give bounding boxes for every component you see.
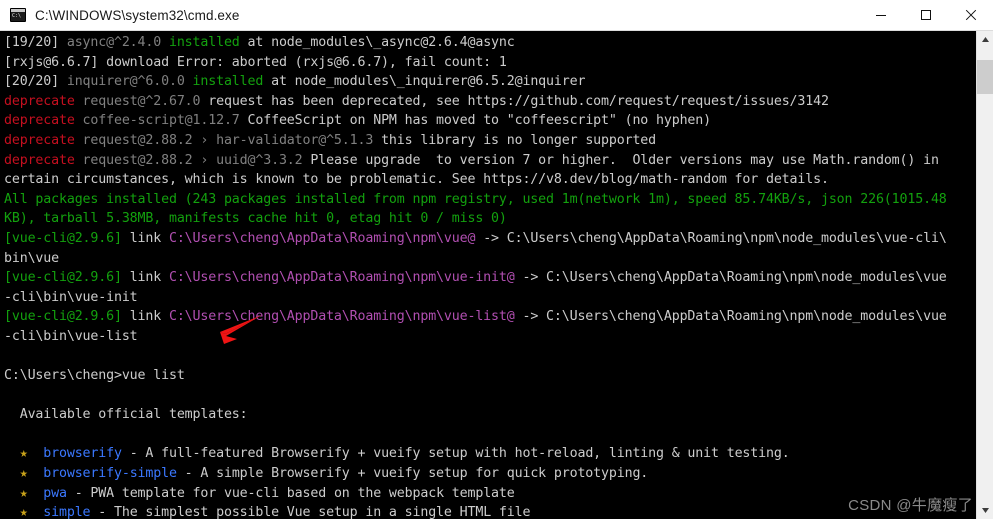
console-text: request@2.88.2 › har-validator@^5.1.3 — [74, 132, 382, 148]
console-line: [19/20] async@^2.4.0 installed at node_m… — [4, 33, 976, 53]
console-line: -cli\bin\vue-list — [4, 327, 976, 347]
console-text: bin\vue — [4, 250, 59, 266]
console-text: - A simple Browserify + vueify setup for… — [176, 466, 649, 482]
console-text: C:\Users\cheng>vue list — [4, 368, 185, 384]
window-controls — [858, 0, 993, 30]
console-text: request@2.88.2 › uuid@^3.3.2 — [74, 152, 311, 168]
console-line: deprecate request@2.88.2 › har-validator… — [4, 131, 976, 151]
console-text: deprecate — [4, 113, 75, 129]
console-text: KB), tarball 5.38MB, manifests cache hit… — [4, 211, 507, 227]
console-text: deprecate — [4, 132, 75, 148]
console-text: Available official templates: — [4, 407, 248, 423]
console-text: inquirer@^6.0.0 — [66, 74, 193, 90]
console-line: certain circumstances, which is known to… — [4, 170, 976, 190]
console-text: ★ — [4, 485, 44, 501]
console-line: [20/20] inquirer@^6.0.0 installed at nod… — [4, 72, 976, 92]
console-text: -> C:\Users\cheng\AppData\Roaming\npm\no… — [514, 309, 947, 325]
console-text: -cli\bin\vue-init — [4, 289, 138, 305]
console-line — [4, 386, 976, 406]
console-line: C:\Users\cheng>vue list — [4, 366, 976, 386]
console-area: [19/20] async@^2.4.0 installed at node_m… — [0, 31, 993, 519]
console-line: All packages installed (243 packages ins… — [4, 190, 976, 210]
console-text: ★ — [4, 466, 44, 482]
console-text: [vue-cli@2.9.6] — [4, 270, 130, 286]
console-line: ★ browserify - A full-featured Browserif… — [4, 444, 976, 464]
console-text: link — [129, 230, 169, 246]
console-text: coffee-script@1.12.7 — [74, 113, 248, 129]
console-text: - A full-featured Browserify + vueify se… — [121, 446, 790, 462]
console-line: deprecate request@2.88.2 › uuid@^3.3.2 P… — [4, 151, 976, 171]
console-line: Available official templates: — [4, 405, 976, 425]
scrollbar-thumb[interactable] — [977, 60, 993, 94]
cmd-window: C:\WINDOWS\system32\cmd.exe [19/20] — [0, 0, 993, 519]
console-text: browserify-simple — [43, 466, 177, 482]
console-text: pwa — [43, 485, 67, 501]
csdn-watermark: CSDN @牛魔瘦了 — [848, 497, 973, 514]
terminal-output[interactable]: [19/20] async@^2.4.0 installed at node_m… — [0, 31, 976, 519]
scroll-down-icon[interactable] — [977, 502, 993, 519]
console-text: [19/20] — [4, 35, 67, 50]
console-text: [vue-cli@2.9.6] — [4, 230, 130, 246]
vertical-scrollbar[interactable] — [976, 31, 993, 519]
console-text: All packages installed (243 packages ins… — [4, 191, 947, 207]
console-line: ★ browserify-simple - A simple Browserif… — [4, 464, 976, 484]
console-line: [rxjs@6.6.7] download Error: aborted (rx… — [4, 53, 976, 73]
console-text: C:\Users\cheng\AppData\Roaming\npm\vue@ — [168, 230, 476, 246]
console-text: at node_modules\_inquirer@6.5.2@inquirer — [263, 74, 586, 90]
close-button[interactable] — [948, 0, 993, 30]
console-text: browserify — [43, 446, 122, 462]
console-line: bin\vue — [4, 249, 976, 269]
title-bar: C:\WINDOWS\system32\cmd.exe — [0, 0, 993, 31]
console-text: at node_modules\_async@2.6.4@async — [239, 35, 515, 50]
scroll-up-icon[interactable] — [977, 31, 993, 48]
maximize-button[interactable] — [903, 0, 948, 30]
console-text: [vue-cli@2.9.6] — [4, 309, 130, 325]
console-line: [vue-cli@2.9.6] link C:\Users\cheng\AppD… — [4, 229, 976, 249]
console-line: -cli\bin\vue-init — [4, 288, 976, 308]
console-text: installed — [168, 35, 240, 50]
console-line: KB), tarball 5.38MB, manifests cache hit… — [4, 209, 976, 229]
console-line: ★ simple - The simplest possible Vue set… — [4, 503, 976, 519]
console-text: [20/20] — [4, 74, 67, 90]
console-text: deprecate — [4, 152, 75, 168]
console-line: deprecate coffee-script@1.12.7 CoffeeScr… — [4, 111, 976, 131]
console-line — [4, 425, 976, 445]
console-text: Please upgrade to version 7 or higher. O… — [310, 152, 939, 168]
console-text: this library is no longer supported — [381, 132, 657, 148]
console-text: - PWA template for vue-cli based on the … — [66, 485, 515, 501]
console-text: async@^2.4.0 — [66, 35, 169, 50]
console-line: deprecate request@^2.67.0 request has be… — [4, 92, 976, 112]
scrollbar-track[interactable] — [977, 48, 993, 502]
console-text: -> C:\Users\cheng\AppData\Roaming\npm\no… — [514, 270, 947, 286]
console-line: [vue-cli@2.9.6] link C:\Users\cheng\AppD… — [4, 307, 976, 327]
minimize-button[interactable] — [858, 0, 903, 30]
console-text: link — [129, 270, 169, 286]
console-text: -cli\bin\vue-list — [4, 328, 138, 344]
window-title: C:\WINDOWS\system32\cmd.exe — [35, 7, 240, 23]
console-line — [4, 347, 976, 367]
console-text: -> C:\Users\cheng\AppData\Roaming\npm\no… — [475, 230, 947, 246]
console-text: - The simplest possible Vue setup in a s… — [90, 505, 531, 519]
console-line: ★ pwa - PWA template for vue-cli based o… — [4, 484, 976, 504]
console-text: ★ — [4, 505, 44, 519]
console-text: request has been deprecated, see https:/… — [208, 93, 829, 109]
console-text: certain circumstances, which is known to… — [4, 172, 829, 188]
console-text: link — [129, 309, 169, 325]
console-line: [vue-cli@2.9.6] link C:\Users\cheng\AppD… — [4, 268, 976, 288]
console-text: C:\Users\cheng\AppData\Roaming\npm\vue-i… — [168, 270, 515, 286]
console-text: C:\Users\cheng\AppData\Roaming\npm\vue-l… — [168, 309, 515, 325]
console-text: installed — [192, 74, 264, 90]
cmd-icon — [10, 8, 26, 22]
console-text: simple — [43, 505, 91, 519]
console-text: CoffeeScript on NPM has moved to "coffee… — [247, 113, 712, 129]
console-text: deprecate — [4, 93, 75, 109]
console-text: [rxjs@6.6.7] download Error: aborted (rx… — [4, 54, 507, 70]
console-text: request@^2.67.0 — [74, 93, 209, 109]
console-text: ★ — [4, 446, 44, 462]
